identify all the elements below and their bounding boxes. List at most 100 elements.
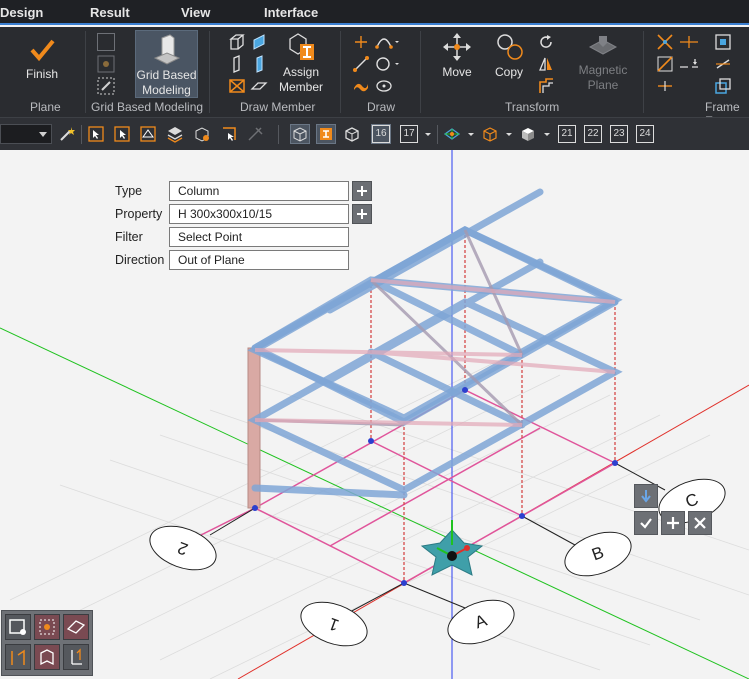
member-slab-icon[interactable] — [250, 77, 268, 95]
add-property-button[interactable] — [352, 204, 372, 224]
member-plate-icon[interactable] — [250, 33, 268, 51]
offset-icon[interactable] — [537, 77, 555, 95]
move-label: Move — [442, 65, 472, 79]
snap-end-icon — [11, 649, 25, 665]
mirror-icon[interactable] — [537, 55, 555, 73]
finish-label: Finish — [25, 67, 58, 81]
add-more-button[interactable] — [661, 511, 685, 535]
view-23-button[interactable]: 23 — [610, 125, 628, 143]
select-element-icon[interactable] — [220, 125, 238, 143]
view-16-button[interactable]: 16 — [371, 124, 391, 144]
wand-select-icon[interactable] — [58, 125, 76, 143]
frame-copy-icon[interactable] — [714, 77, 732, 95]
model-viewport[interactable]: Type Column Property H 300x300x10/15 Fil… — [0, 150, 749, 679]
member-brace-icon[interactable] — [250, 55, 268, 73]
snap-grid-button[interactable] — [34, 614, 60, 640]
intersect-icon[interactable] — [656, 33, 674, 51]
rotate-icon[interactable] — [537, 33, 555, 51]
confirm-button[interactable] — [634, 511, 658, 535]
arc-icon[interactable] — [375, 33, 399, 51]
cancel-button[interactable] — [688, 511, 712, 535]
filter-field[interactable]: Select Point — [169, 227, 349, 247]
box-solid-icon[interactable] — [519, 125, 537, 143]
extend-icon[interactable] — [656, 55, 674, 73]
add-type-button[interactable] — [352, 181, 372, 201]
grid-edit-icon[interactable] — [97, 77, 115, 95]
layer-combo[interactable] — [0, 124, 52, 144]
menu-result[interactable]: Result — [90, 5, 130, 20]
place-down-button[interactable] — [634, 484, 658, 508]
unselect-icon[interactable] — [246, 125, 264, 143]
view-24-button[interactable]: 24 — [636, 125, 654, 143]
view-toolbar: 16 17 21 22 23 24 — [0, 117, 749, 150]
copy-button[interactable]: Copy — [488, 31, 530, 80]
trim-icon[interactable] — [678, 33, 698, 51]
direction-field[interactable]: Out of Plane — [169, 250, 349, 270]
select-box-icon[interactable] — [193, 125, 211, 143]
chevron-down-icon[interactable] — [504, 125, 514, 143]
grid-snap-icon[interactable] — [97, 55, 115, 73]
separator — [81, 125, 82, 144]
layers-icon[interactable] — [166, 125, 184, 143]
select-polygon-icon[interactable] — [139, 125, 157, 143]
menu-view[interactable]: View — [181, 5, 210, 20]
grid-based-modeling-label-2: Modeling — [142, 83, 191, 97]
assign-member-label-2: Member — [278, 80, 323, 94]
snap-mid-button[interactable] — [34, 644, 60, 670]
member-box-icon[interactable] — [228, 33, 246, 51]
low-floor-beams — [251, 484, 408, 499]
chevron-down-icon[interactable] — [423, 125, 433, 143]
ellipse-icon[interactable] — [375, 77, 393, 95]
wireframe-view-icon[interactable] — [290, 124, 310, 144]
snap-end-button[interactable] — [5, 644, 31, 670]
separator — [340, 31, 341, 113]
circle-icon[interactable] — [375, 55, 399, 73]
frame-select-icon[interactable] — [714, 33, 732, 51]
menu-interface[interactable]: Interface — [264, 5, 318, 20]
line-icon[interactable] — [352, 55, 370, 73]
section-shape-view-icon[interactable] — [316, 124, 336, 144]
close-icon — [694, 517, 706, 529]
selected-column[interactable] — [247, 347, 261, 509]
member-column-icon[interactable] — [228, 55, 246, 73]
structure-3d-scene[interactable] — [0, 150, 749, 679]
divide-icon[interactable] — [656, 77, 674, 95]
menu-design[interactable]: Design — [0, 5, 43, 20]
ribbon: Finish Plane Grid Based Modeling Grid Ba… — [0, 27, 749, 128]
chevron-down-icon[interactable] — [466, 125, 476, 143]
type-field[interactable]: Column — [169, 181, 349, 201]
grid-based-modeling-label-1: Grid Based — [136, 68, 197, 82]
snap-node-button[interactable] — [5, 614, 31, 640]
assign-member-button[interactable]: Assign Member — [276, 31, 326, 95]
solid-view-icon[interactable] — [343, 125, 361, 143]
view-17-button[interactable]: 17 — [400, 125, 418, 143]
view-21-button[interactable]: 21 — [558, 125, 576, 143]
property-field[interactable]: H 300x300x10/15 — [169, 204, 349, 224]
move-button[interactable]: Move — [436, 31, 478, 80]
group-grid-based-modeling-label: Grid Based Modeling — [91, 100, 204, 114]
point-icon[interactable] — [352, 33, 370, 51]
group-draw-label: Draw — [367, 100, 396, 114]
snap-perp-button[interactable] — [63, 644, 89, 670]
snap-member-button[interactable] — [63, 614, 89, 640]
member-cross-brace-icon[interactable] — [228, 77, 246, 95]
filter-label: Filter — [115, 230, 143, 244]
select-window-icon[interactable] — [113, 125, 131, 143]
grid-plane-icon[interactable] — [443, 125, 461, 143]
view-22-button[interactable]: 22 — [584, 125, 602, 143]
curve-icon[interactable] — [352, 77, 370, 95]
finish-button[interactable]: Finish — [18, 35, 66, 82]
select-single-icon[interactable] — [87, 125, 105, 143]
chevron-down-icon[interactable] — [542, 125, 552, 143]
break-icon[interactable] — [678, 55, 698, 73]
box-outline-icon[interactable] — [481, 125, 499, 143]
frame-split-icon[interactable] — [714, 55, 732, 73]
grid-based-modeling-button[interactable]: Grid Based Modeling — [135, 30, 198, 98]
move-arrows-icon — [443, 33, 471, 61]
magnetic-plane-label-2: Plane — [587, 78, 619, 92]
grid-icon[interactable] — [97, 33, 115, 51]
property-label: Property — [115, 207, 163, 221]
group-draw-member-label: Draw Member — [240, 100, 316, 114]
magnetic-plane-button[interactable]: Magnetic Plane — [574, 31, 632, 93]
check-icon — [640, 518, 652, 529]
